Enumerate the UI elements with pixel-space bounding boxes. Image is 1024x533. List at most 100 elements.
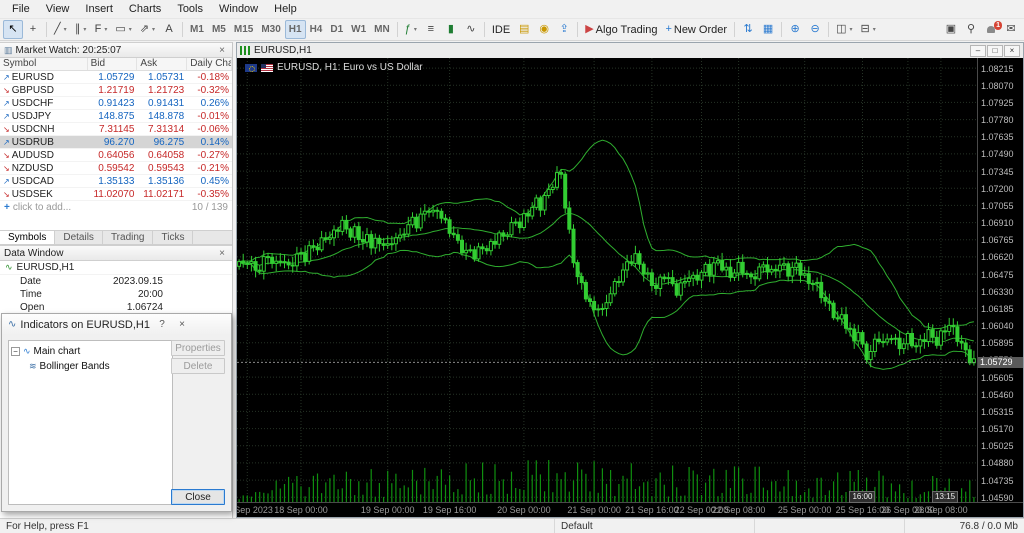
market-watch-title: Market Watch: 20:25:07 <box>15 44 122 56</box>
market-watch-row-usdjpy[interactable]: ↗ USDJPY 148.875 148.878 -0.01% <box>0 110 232 123</box>
timeframe-h4[interactable]: H4 <box>306 20 327 39</box>
chart-area[interactable]: EURUSD, H1: Euro vs US Dollar 1.08215 1.0… <box>237 58 1023 517</box>
tool-shape-tools[interactable]: ▭ ▾ <box>111 20 135 39</box>
market-watch-add-row[interactable]: + click to add... 10 / 139 <box>0 201 232 214</box>
tree-collapse-icon[interactable]: − <box>11 347 20 356</box>
tool-publish[interactable]: ⇪ <box>554 20 574 39</box>
menu-insert[interactable]: Insert <box>77 1 121 17</box>
price-tick-label: 1.06765 <box>981 235 1014 246</box>
tool-layout-horizontal[interactable]: ◫ ▾ <box>832 20 856 39</box>
tool-channel-tools[interactable]: ∥ ▾ <box>71 20 91 39</box>
tool-line-tools[interactable]: ╱ ▾ <box>50 20 71 39</box>
market-watch-row-usdchf[interactable]: ↗ USDCHF 0.91423 0.91431 0.26% <box>0 97 232 110</box>
timeframe-w1[interactable]: W1 <box>347 20 370 39</box>
market-watch-row-eurusd[interactable]: ↗ EURUSD 1.05729 1.05731 -0.18% <box>0 71 232 84</box>
bid-cell: 96.270 <box>103 136 135 148</box>
tool-arrange-windows[interactable]: ⇅ <box>738 20 758 39</box>
tab-trading[interactable]: Trading <box>103 231 154 244</box>
tool-search[interactable]: ⚲ <box>961 20 981 39</box>
tool-chart-bars[interactable]: ≡ <box>421 20 441 39</box>
menu-tools[interactable]: Tools <box>169 1 211 17</box>
search-icon: ⚲ <box>966 23 976 35</box>
tool-algo-trading[interactable]: ▶ Algo Trading <box>581 20 661 39</box>
timeframe-m30[interactable]: M30 <box>257 20 284 39</box>
tool-ide[interactable]: IDE <box>488 20 514 39</box>
tool-fibonacci-tools[interactable]: F ▾ <box>91 20 112 39</box>
column-header-bid[interactable]: Bid <box>88 58 138 70</box>
tool-screenshot[interactable]: ▣ <box>941 20 961 39</box>
market-watch-row-nzdusd[interactable]: ↘ NZDUSD 0.59542 0.59543 -0.21% <box>0 162 232 175</box>
bid-cell: 7.31145 <box>99 123 135 135</box>
caret-down-icon: ▾ <box>849 27 853 33</box>
timeframe-mn[interactable]: MN <box>370 20 394 39</box>
time-tick-label: 26 Sep 08:00 <box>914 505 968 515</box>
price-tick-label: 1.07055 <box>981 200 1014 211</box>
dialog-close-icon[interactable]: × <box>174 318 190 332</box>
market-watch-row-gbpusd[interactable]: ↘ GBPUSD 1.21719 1.21723 -0.32% <box>0 84 232 97</box>
minimize-button[interactable]: – <box>970 44 986 57</box>
tool-tile-windows[interactable]: ▦ <box>758 20 778 39</box>
timeframe-d1[interactable]: D1 <box>326 20 347 39</box>
column-header-ask[interactable]: Ask <box>137 58 188 70</box>
market-watch-row-usdsek[interactable]: ↘ USDSEK 11.02070 11.02171 -0.35% <box>0 188 232 201</box>
timeframe-h1[interactable]: H1 <box>284 20 306 39</box>
tool-text-tool[interactable]: A <box>159 20 179 39</box>
market-watch-row-audusd[interactable]: ↘ AUDUSD 0.64056 0.64058 -0.27% <box>0 149 232 162</box>
market-watch-row-usdrub[interactable]: ↗ USDRUB 96.270 96.275 0.14% <box>0 136 232 149</box>
market-watch-close-icon[interactable]: × <box>216 45 228 56</box>
tool-chart-line[interactable]: ∿ <box>461 20 481 39</box>
chat-icon: ✉ <box>1006 23 1016 35</box>
tool-chart-candles[interactable]: ▮ <box>441 20 461 39</box>
menu-file[interactable]: File <box>4 1 38 17</box>
tool-zoom-in[interactable]: ⊕ <box>785 20 805 39</box>
tool-zoom-out[interactable]: ⊖ <box>805 20 825 39</box>
layout-horizontal-icon: ◫ <box>836 23 847 35</box>
tool-new-order[interactable]: + New Order <box>661 20 731 39</box>
menu-window[interactable]: Window <box>211 1 266 17</box>
timeframe-m5[interactable]: M5 <box>208 20 230 39</box>
column-header-symbol[interactable]: Symbol <box>0 58 88 70</box>
timeframe-m1[interactable]: M1 <box>186 20 208 39</box>
tick-arrow-icon: ↗ <box>3 98 10 108</box>
market-watch-row-usdcad[interactable]: ↗ USDCAD 1.35133 1.35136 0.45% <box>0 175 232 188</box>
dialog-help-button[interactable]: ? <box>154 318 170 332</box>
price-axis[interactable]: 1.08215 1.08070 1.07925 1.07780 1.07635 1.074… <box>977 58 1023 503</box>
tool-notifications[interactable]: 1 <box>981 20 1002 39</box>
column-header-dailycha[interactable]: Daily Cha... <box>187 58 233 70</box>
tool-news[interactable]: ◉ <box>534 20 554 39</box>
price-tick-label: 1.08215 <box>981 63 1014 74</box>
toolbar-separator <box>396 22 398 37</box>
menu-charts[interactable]: Charts <box>121 1 169 17</box>
tab-details[interactable]: Details <box>55 231 103 244</box>
menu-help[interactable]: Help <box>266 1 305 17</box>
data-window-close-icon[interactable]: × <box>216 248 228 259</box>
tool-crosshair[interactable]: + <box>23 20 43 39</box>
tick-arrow-icon: ↗ <box>3 176 10 186</box>
indicators-dialog-titlebar[interactable]: ∿ Indicators on EURUSD,H1 ? × <box>2 314 231 335</box>
tab-ticks[interactable]: Ticks <box>153 231 194 244</box>
tool-chat[interactable]: ✉ <box>1001 20 1021 39</box>
tool-layout-vertical[interactable]: ⊟ ▾ <box>856 20 879 39</box>
time-axis[interactable]: 15 Sep 202318 Sep 00:00 19 Sep 00:00 19 Se… <box>237 502 977 517</box>
tool-arrow-tools[interactable]: ⇗ ▾ <box>136 20 159 39</box>
tab-symbols[interactable]: Symbols <box>0 231 56 244</box>
tick-arrow-icon: ↘ <box>3 85 10 95</box>
tool-indicators[interactable]: ƒ ▾ <box>401 20 421 39</box>
menu-view[interactable]: View <box>38 1 78 17</box>
timeframe-m15[interactable]: M15 <box>230 20 257 39</box>
chart-titlebar[interactable]: EURUSD,H1 – □ × <box>237 43 1023 58</box>
tree-item-main-chart[interactable]: − ∿ Main chart <box>11 344 170 359</box>
chart-close-button[interactable]: × <box>1004 44 1020 57</box>
symbol-name: USDCNH <box>11 123 55 135</box>
market-watch-row-usdcnh[interactable]: ↘ USDCNH 7.31145 7.31314 -0.06% <box>0 123 232 136</box>
tree-item-bollinger-bands[interactable]: ≋ Bollinger Bands <box>11 359 170 374</box>
ask-cell: 1.21723 <box>148 84 185 96</box>
add-symbol-icon: + <box>4 202 10 213</box>
tool-cursor[interactable]: ↖ <box>3 20 23 39</box>
restore-button[interactable]: □ <box>987 44 1003 57</box>
data-window-instrument-row[interactable]: ∿ EURUSD,H1 <box>0 261 232 275</box>
tool-journal[interactable]: ▤ <box>514 20 534 39</box>
status-profile[interactable]: Default <box>554 519 754 533</box>
close-button[interactable]: Close <box>171 489 225 505</box>
daily-change-cell: -0.01% <box>197 110 230 122</box>
